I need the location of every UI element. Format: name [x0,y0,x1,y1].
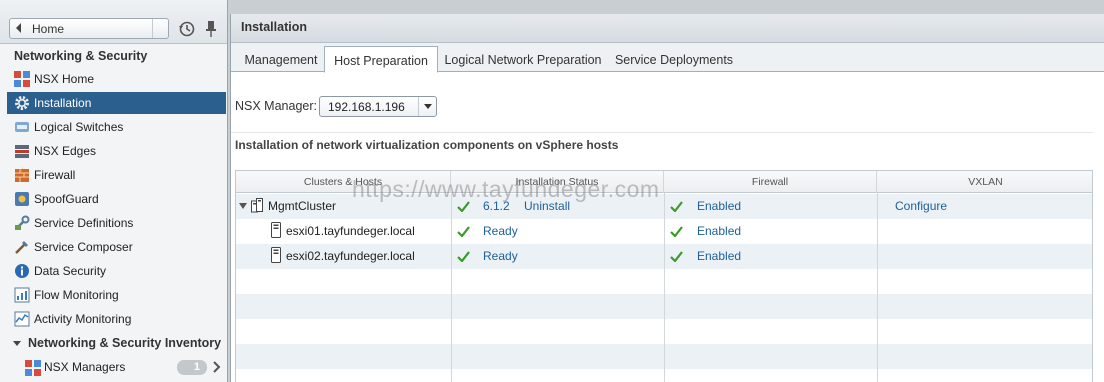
home-back-button[interactable]: Home [9,18,169,39]
nav-item-service-composer[interactable]: Service Composer [7,236,226,258]
cluster-name: MgmtCluster [268,199,337,213]
pin-icon[interactable] [204,20,218,38]
nav-inventory-title: Networking & Security Inventory [28,336,222,350]
firewall-icon [15,167,29,182]
activity-monitoring-icon [14,311,30,327]
section-title: Installation of network virtualization c… [235,138,619,152]
nsx-manager-select[interactable]: 192.168.1.196 [319,96,437,117]
history-icon[interactable] [178,20,196,38]
navigator-panel: Home Networking & Security NSX Home Inst… [0,0,228,382]
nav-item-label: SpoofGuard [34,192,99,206]
column-divider [877,193,878,382]
firewall-status[interactable]: Enabled [697,244,741,269]
nav-item-logical-switches[interactable]: Logical Switches [7,116,226,138]
firewall-status[interactable]: Enabled [697,194,741,219]
edge-icon [15,145,29,158]
nav-item-nsx-home[interactable]: NSX Home [7,68,226,90]
tab-bar: Management Host Preparation Logical Netw… [231,43,1104,73]
tab-logical-network-preparation[interactable]: Logical Network Preparation [440,46,606,72]
nsx-manager-value: 192.168.1.196 [328,100,405,114]
nav-item-nsx-managers[interactable]: NSX Managers 1 [7,357,226,379]
nav-item-service-definitions[interactable]: Service Definitions [7,212,226,234]
nsx-manager-label: NSX Manager: [235,99,317,113]
nsx-managers-icon [25,360,41,376]
check-icon [457,251,470,262]
collapse-triangle-icon [13,341,21,346]
nav-item-activity-monitoring[interactable]: Activity Monitoring [7,308,226,330]
chevron-right-icon[interactable] [213,361,221,373]
column-divider [451,193,452,382]
nsx-home-icon [14,71,30,87]
navigator-toolbar: Home [0,0,227,44]
flow-monitoring-icon [14,287,30,303]
home-dropdown-area[interactable] [152,19,168,38]
nav-item-flow-monitoring[interactable]: Flow Monitoring [7,284,226,306]
page-title: Installation [231,14,1104,43]
tab-service-deployments[interactable]: Service Deployments [611,46,737,72]
chevron-down-icon [424,104,432,109]
tab-management[interactable]: Management [236,46,326,72]
chevron-left-icon [16,23,21,33]
logical-switch-icon [15,122,29,132]
nav-item-label: Flow Monitoring [34,288,119,302]
host-icon [271,247,281,263]
check-icon [457,226,470,237]
check-icon [670,226,683,237]
nav-section-title: Networking & Security [14,49,148,63]
nav-item-label: Activity Monitoring [34,312,132,326]
column-header-vxlan[interactable]: VXLAN [877,171,1092,193]
data-security-icon [15,264,29,278]
host-name: esxi02.tayfundeger.local [286,249,415,263]
nav-item-label: Logical Switches [34,120,124,134]
nav-item-label: NSX Home [34,72,95,86]
spoofguard-icon [15,192,29,206]
nav-item-installation[interactable]: Installation [7,92,226,114]
dropdown-button[interactable] [418,97,436,116]
install-status: Ready [483,249,518,263]
nav-item-label: Firewall [34,168,76,182]
cluster-icon [251,198,263,213]
nav-item-label: NSX Managers [44,360,126,374]
nav-item-data-security[interactable]: Data Security [7,260,226,282]
nav-item-spoofguard[interactable]: SpoofGuard [7,188,226,210]
expand-triangle-icon[interactable] [239,203,247,209]
section-divider [231,132,1093,133]
column-header-firewall[interactable]: Firewall [664,171,877,193]
check-icon [670,251,683,262]
service-definitions-icon [15,215,30,230]
nav-item-label: Service Definitions [34,216,134,230]
column-divider [664,193,665,382]
nav-item-label: Service Composer [34,240,133,254]
firewall-status[interactable]: Enabled [697,219,741,244]
configure-link[interactable]: Configure [895,194,947,219]
install-status: Ready [483,224,518,238]
host-name: esxi01.tayfundeger.local [286,224,415,238]
service-composer-icon [15,241,28,254]
count-badge: 1 [177,360,207,375]
check-icon [670,201,683,212]
home-label: Home [32,22,65,36]
nav-item-label: Data Security [34,264,107,278]
nav-item-firewall[interactable]: Firewall [7,164,226,186]
watermark: https://www.tayfundeger.com [352,176,660,202]
nav-item-label: Installation [34,96,92,110]
nav-item-label: NSX Edges [34,144,97,158]
host-icon [271,222,281,238]
nav-item-nsx-edges[interactable]: NSX Edges [7,140,226,162]
gear-icon [15,96,29,110]
nav-inventory-section[interactable]: Networking & Security Inventory [7,333,226,355]
tab-host-preparation[interactable]: Host Preparation [324,46,438,73]
